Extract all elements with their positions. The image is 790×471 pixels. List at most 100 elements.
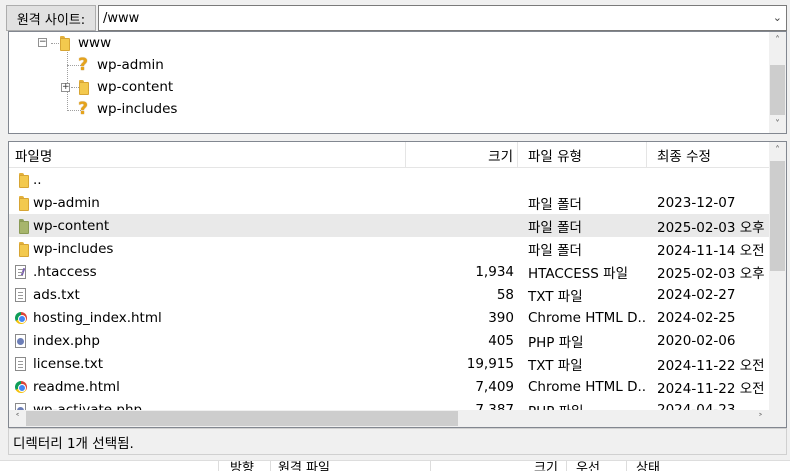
table-row[interactable]: ads.txt 58 TXT 파일 2024-02-27 xyxy=(9,283,769,306)
table-row[interactable]: license.txt 19,915 TXT 파일 2024-11-22 오전 xyxy=(9,352,769,375)
file-type: 파일 폴더 xyxy=(528,219,582,236)
file-name: ads.txt xyxy=(33,286,80,303)
file-list-horizontal-scrollbar[interactable]: ˂ ˃ xyxy=(9,410,769,427)
tree-item-label: wp-content xyxy=(97,79,174,95)
scroll-up-icon[interactable]: ˄ xyxy=(769,32,786,49)
sort-ascending-icon: ˄ xyxy=(203,141,208,150)
scrollbar-thumb[interactable] xyxy=(770,161,785,271)
text-file-icon xyxy=(15,287,26,302)
file-name: wp-content xyxy=(33,217,110,234)
table-row[interactable]: readme.html 7,409 Chrome HTML D... 2024-… xyxy=(9,375,769,398)
tree-item-label: wp-admin xyxy=(97,57,164,73)
file-modified: 2025-02-03 오후 xyxy=(657,219,765,236)
remote-path-value: /www xyxy=(103,10,140,26)
file-modified: 2023-12-07 xyxy=(657,194,736,211)
folder-icon xyxy=(15,172,31,188)
transfer-queue-header: 방향 원격 파일 크기 우선 상태 xyxy=(0,460,790,471)
scrollbar-corner xyxy=(769,410,786,427)
php-file-icon xyxy=(15,333,26,348)
tree-item-label: wp-includes xyxy=(97,101,178,117)
chrome-icon xyxy=(15,380,27,393)
question-icon: ? xyxy=(78,55,88,75)
column-header-name[interactable]: 파일명 ˄ xyxy=(9,142,406,168)
tree-item-label: www xyxy=(78,35,112,51)
tree-item-wp-content[interactable]: wp-content xyxy=(75,76,173,98)
file-modified: 2025-02-03 오후 xyxy=(657,265,765,282)
table-row[interactable]: .. xyxy=(9,168,769,191)
scrollbar-thumb[interactable] xyxy=(26,411,458,426)
folder-icon xyxy=(75,80,91,95)
remote-path-input[interactable]: /www ⌄ xyxy=(98,5,787,31)
file-modified: 2024-11-14 오전 xyxy=(657,242,765,259)
file-list-rows: .. wp-admin 파일 폴더 2023-12-07 wp-content … xyxy=(9,168,769,421)
table-row[interactable]: .htaccess 1,934 HTACCESS 파일 2025-02-03 오… xyxy=(9,260,769,283)
chevron-down-icon[interactable]: ⌄ xyxy=(773,11,782,24)
file-name: license.txt xyxy=(33,355,103,372)
file-size: 19,915 xyxy=(466,355,514,372)
chrome-icon xyxy=(15,311,27,324)
file-name: wp-admin xyxy=(33,194,100,211)
tree-item-www[interactable]: www xyxy=(56,32,111,54)
scroll-up-icon[interactable]: ˄ xyxy=(769,142,786,159)
tree-collapse-toggle[interactable]: − xyxy=(38,38,47,47)
table-row-selected[interactable]: wp-content 파일 폴더 2025-02-03 오후 xyxy=(9,214,769,237)
scrollbar-thumb[interactable] xyxy=(770,65,785,115)
remote-site-path-bar: 원격 사이트: /www ⌄ xyxy=(6,5,787,31)
file-type: HTACCESS 파일 xyxy=(528,265,628,282)
text-file-icon xyxy=(15,356,26,371)
remote-file-list: 파일명 ˄ 크기 파일 유형 최종 수정 .. wp-admin 파일 폴더 2… xyxy=(8,141,787,428)
file-size: 390 xyxy=(488,309,514,326)
file-modified: 2020-02-06 xyxy=(657,332,736,349)
file-modified: 2024-02-27 xyxy=(657,286,736,303)
table-row[interactable]: wp-admin 파일 폴더 2023-12-07 xyxy=(9,191,769,214)
file-size: 1,934 xyxy=(475,263,514,280)
folder-icon xyxy=(15,195,31,211)
file-name: .htaccess xyxy=(33,263,97,280)
file-modified: 2024-11-22 오전 xyxy=(657,380,765,397)
question-icon: ? xyxy=(78,99,88,119)
file-size: 405 xyxy=(488,332,514,349)
tree-item-wp-includes[interactable]: ? wp-includes xyxy=(75,98,177,120)
folder-icon xyxy=(56,36,72,51)
file-type: PHP 파일 xyxy=(528,334,584,351)
file-size: 58 xyxy=(496,286,514,303)
tree-vertical-scrollbar[interactable]: ˄ ˅ xyxy=(769,32,786,133)
table-row[interactable]: hosting_index.html 390 Chrome HTML D... … xyxy=(9,306,769,329)
tree-expand-toggle[interactable]: + xyxy=(61,83,70,92)
file-size: 7,409 xyxy=(475,378,514,395)
file-name: hosting_index.html xyxy=(33,309,162,326)
file-list-vertical-scrollbar[interactable]: ˄ xyxy=(769,142,786,410)
queue-header-status[interactable]: 상태 xyxy=(636,462,660,471)
column-header-type[interactable]: 파일 유형 xyxy=(518,142,647,168)
file-type: Chrome HTML D... xyxy=(528,309,647,326)
queue-header-remote-file[interactable]: 원격 파일 xyxy=(278,462,330,471)
file-modified: 2024-02-25 xyxy=(657,309,736,326)
table-row[interactable]: wp-includes 파일 폴더 2024-11-14 오전 xyxy=(9,237,769,260)
queue-header-priority[interactable]: 우선 xyxy=(576,462,600,471)
file-name: .. xyxy=(33,171,42,188)
column-header-size[interactable]: 크기 xyxy=(406,142,518,168)
file-type: 파일 폴더 xyxy=(528,196,582,213)
remote-directory-tree: − www ? wp-admin + wp-content ? wp-inclu… xyxy=(8,31,787,134)
scroll-right-icon[interactable]: ˃ xyxy=(752,410,769,427)
file-name: index.php xyxy=(33,332,100,349)
folder-icon xyxy=(15,241,31,257)
remote-site-label: 원격 사이트: xyxy=(6,5,96,31)
column-header-modified[interactable]: 최종 수정 xyxy=(647,142,769,168)
scroll-left-icon[interactable]: ˂ xyxy=(9,410,26,427)
tree-item-wp-admin[interactable]: ? wp-admin xyxy=(75,54,164,76)
htaccess-file-icon xyxy=(15,264,26,279)
table-row[interactable]: index.php 405 PHP 파일 2020-02-06 xyxy=(9,329,769,352)
file-type: Chrome HTML D... xyxy=(528,378,647,395)
queue-header-direction[interactable]: 방향 xyxy=(230,462,254,471)
file-name: wp-includes xyxy=(33,240,114,257)
status-bar: 디렉터리 1개 선택됨. xyxy=(8,428,787,455)
file-type: TXT 파일 xyxy=(528,288,583,305)
queue-header-size[interactable]: 크기 xyxy=(534,462,558,471)
file-modified: 2024-11-22 오전 xyxy=(657,357,765,374)
scroll-down-icon[interactable]: ˅ xyxy=(769,116,786,133)
file-type: TXT 파일 xyxy=(528,357,583,374)
file-list-header: 파일명 ˄ 크기 파일 유형 최종 수정 xyxy=(9,142,769,168)
file-name: readme.html xyxy=(33,378,120,395)
folder-icon xyxy=(15,218,31,234)
